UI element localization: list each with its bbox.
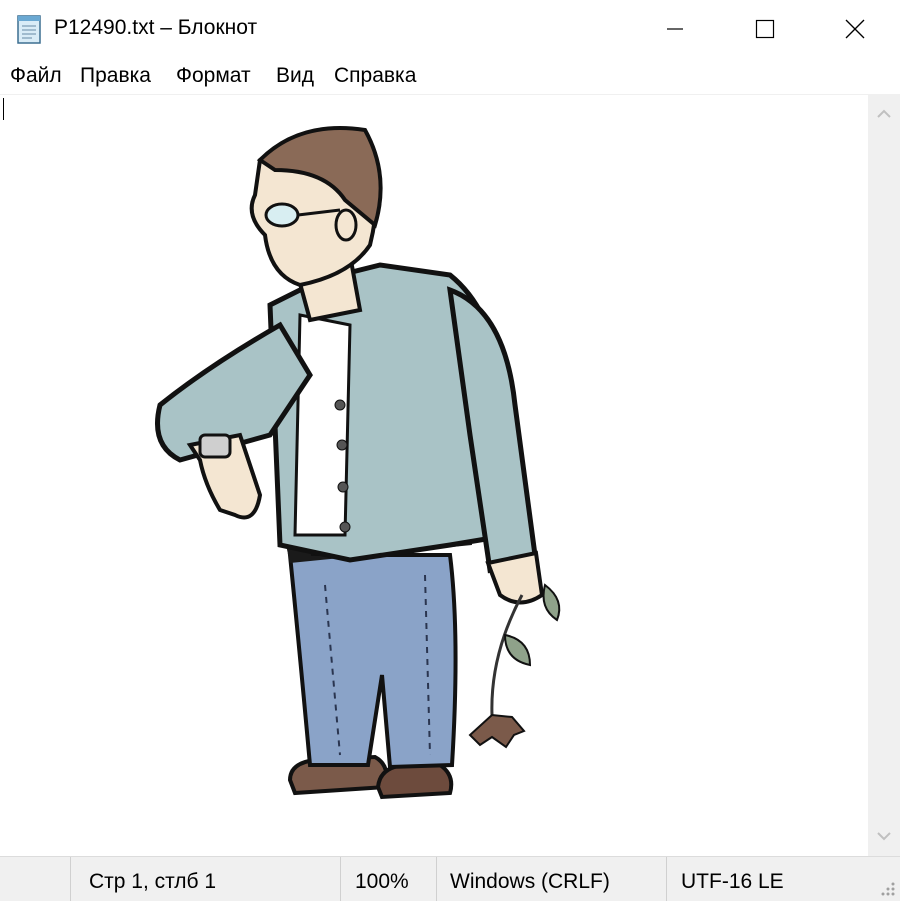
encoding: UTF-16 LE [681,870,784,893]
text-caret [3,98,4,120]
menu-format[interactable]: Формат [176,64,251,88]
menu-view[interactable]: Вид [276,64,314,88]
status-cell-position: Стр 1, стлб 1 [70,857,341,901]
minimize-icon [667,28,683,30]
minimize-button[interactable] [630,0,720,58]
maximize-icon [755,19,775,39]
cursor-position: Стр 1, стлб 1 [89,870,217,893]
zoom-level: 100% [355,870,409,893]
status-bar: Стр 1, стлб 1 100% Windows (CRLF) UTF-16… [0,856,900,901]
scroll-up-button[interactable] [868,100,900,128]
menu-edit[interactable]: Правка [80,64,151,88]
notepad-icon[interactable] [12,12,46,46]
title-bar: P12490.txt – Блокнот [0,0,900,58]
menu-file[interactable]: Файл [10,64,62,88]
status-cell-encoding: UTF-16 LE [666,857,900,901]
line-endings: Windows (CRLF) [450,870,610,893]
window-title: P12490.txt – Блокнот [54,16,258,39]
man-with-flower-illustration [155,126,561,800]
status-cell-zoom: 100% [340,857,437,901]
scroll-down-button[interactable] [868,822,900,850]
chevron-down-icon [877,832,891,841]
vertical-scrollbar[interactable] [868,94,900,856]
close-icon [845,19,865,39]
resize-grip-icon[interactable] [878,879,896,897]
text-editor-area[interactable] [0,94,868,857]
maximize-button[interactable] [720,0,810,58]
menu-help[interactable]: Справка [334,64,416,88]
chevron-up-icon [877,109,891,118]
close-button[interactable] [810,0,900,58]
status-cell-line-endings: Windows (CRLF) [436,857,667,901]
menu-bar: Файл Правка Формат Вид Справка [0,58,900,94]
